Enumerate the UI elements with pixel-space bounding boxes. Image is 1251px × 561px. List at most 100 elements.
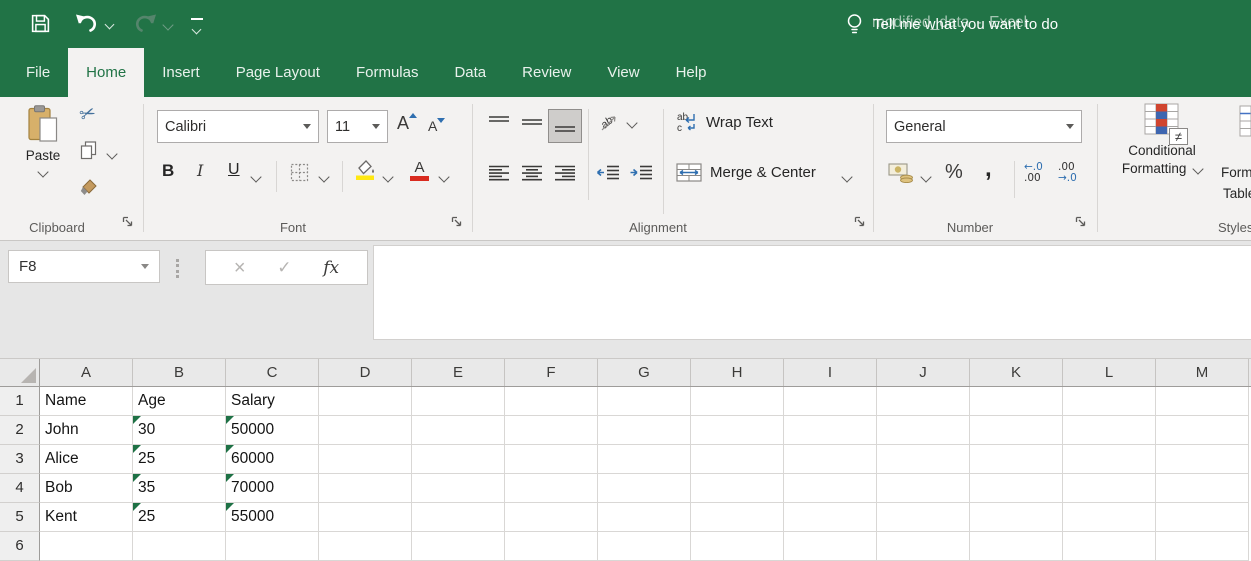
- cell-b5[interactable]: 25: [133, 503, 226, 532]
- cell-i6[interactable]: [784, 532, 877, 561]
- tab-data[interactable]: Data: [436, 48, 504, 97]
- cell-l6[interactable]: [1063, 532, 1156, 561]
- column-header-e[interactable]: E: [412, 359, 505, 386]
- orientation-button[interactable]: ab: [598, 111, 620, 138]
- cell-b1[interactable]: Age: [133, 387, 226, 416]
- row-header-6[interactable]: 6: [0, 532, 40, 561]
- column-header-j[interactable]: J: [877, 359, 970, 386]
- cell-m6[interactable]: [1156, 532, 1249, 561]
- tab-page-layout[interactable]: Page Layout: [218, 48, 338, 97]
- cell-f1[interactable]: [505, 387, 598, 416]
- cell-g1[interactable]: [598, 387, 691, 416]
- tab-home[interactable]: Home: [68, 48, 144, 97]
- orientation-dropdown-chevron-icon[interactable]: [626, 117, 637, 128]
- cell-k5[interactable]: [970, 503, 1063, 532]
- cell-g5[interactable]: [598, 503, 691, 532]
- formula-bar-splitter[interactable]: [176, 256, 179, 281]
- cell-k4[interactable]: [970, 474, 1063, 503]
- clipboard-dialog-launcher[interactable]: [122, 215, 136, 229]
- cell-j3[interactable]: [877, 445, 970, 474]
- cell-d4[interactable]: [319, 474, 412, 503]
- copy-button[interactable]: [80, 141, 97, 165]
- format-painter-button[interactable]: [80, 179, 97, 201]
- cell-e1[interactable]: [412, 387, 505, 416]
- cell-a5[interactable]: Kent: [40, 503, 133, 532]
- format-as-table-button[interactable]: [1238, 105, 1251, 144]
- cell-d2[interactable]: [319, 416, 412, 445]
- font-dialog-launcher[interactable]: [451, 215, 465, 229]
- cell-k3[interactable]: [970, 445, 1063, 474]
- row-header-3[interactable]: 3: [0, 445, 40, 474]
- cell-e6[interactable]: [412, 532, 505, 561]
- font-size-dropdown-icon[interactable]: [372, 124, 380, 129]
- cell-c2[interactable]: 50000: [226, 416, 319, 445]
- cell-j5[interactable]: [877, 503, 970, 532]
- cell-e2[interactable]: [412, 416, 505, 445]
- decrease-font-size-button[interactable]: A: [428, 118, 445, 134]
- cell-c4[interactable]: 70000: [226, 474, 319, 503]
- cell-m3[interactable]: [1156, 445, 1249, 474]
- cell-g3[interactable]: [598, 445, 691, 474]
- cell-j2[interactable]: [877, 416, 970, 445]
- formula-bar-input[interactable]: [373, 245, 1251, 340]
- cell-b4[interactable]: 35: [133, 474, 226, 503]
- cell-j4[interactable]: [877, 474, 970, 503]
- column-header-a[interactable]: A: [40, 359, 133, 386]
- name-box[interactable]: F8: [8, 250, 160, 283]
- customize-quick-access-button[interactable]: [191, 18, 203, 38]
- number-dialog-launcher[interactable]: [1075, 215, 1089, 229]
- increase-font-size-button[interactable]: A: [397, 113, 417, 134]
- accounting-format-button[interactable]: [888, 161, 914, 188]
- top-align-button[interactable]: [488, 115, 510, 134]
- undo-button[interactable]: [74, 12, 100, 41]
- cell-m5[interactable]: [1156, 503, 1249, 532]
- cell-i5[interactable]: [784, 503, 877, 532]
- cell-c3[interactable]: 60000: [226, 445, 319, 474]
- font-size-combo[interactable]: 11: [327, 110, 388, 143]
- tab-file[interactable]: File: [8, 48, 68, 97]
- column-header-h[interactable]: H: [691, 359, 784, 386]
- cell-j6[interactable]: [877, 532, 970, 561]
- column-header-i[interactable]: I: [784, 359, 877, 386]
- decrease-indent-button[interactable]: [596, 165, 620, 186]
- underline-button[interactable]: U: [228, 161, 240, 179]
- paste-button[interactable]: Paste: [16, 105, 70, 181]
- column-header-k[interactable]: K: [970, 359, 1063, 386]
- row-header-5[interactable]: 5: [0, 503, 40, 532]
- cell-i2[interactable]: [784, 416, 877, 445]
- cell-e4[interactable]: [412, 474, 505, 503]
- middle-align-button[interactable]: [521, 115, 543, 134]
- redo-button[interactable]: [132, 12, 158, 41]
- cell-k2[interactable]: [970, 416, 1063, 445]
- align-left-button[interactable]: [488, 165, 510, 186]
- cell-h3[interactable]: [691, 445, 784, 474]
- accounting-dropdown-chevron-icon[interactable]: [920, 171, 931, 182]
- cell-g2[interactable]: [598, 416, 691, 445]
- cell-g6[interactable]: [598, 532, 691, 561]
- cell-h4[interactable]: [691, 474, 784, 503]
- cell-l3[interactable]: [1063, 445, 1156, 474]
- cell-l4[interactable]: [1063, 474, 1156, 503]
- row-header-4[interactable]: 4: [0, 474, 40, 503]
- cell-l2[interactable]: [1063, 416, 1156, 445]
- wrap-text-button[interactable]: ab c Wrap Text: [676, 111, 773, 133]
- cell-f3[interactable]: [505, 445, 598, 474]
- cell-d6[interactable]: [319, 532, 412, 561]
- cell-h6[interactable]: [691, 532, 784, 561]
- comma-style-button[interactable]: ,: [985, 155, 992, 183]
- tab-review[interactable]: Review: [504, 48, 589, 97]
- tab-help[interactable]: Help: [658, 48, 725, 97]
- redo-dropdown-chevron-icon[interactable]: [162, 19, 173, 30]
- cell-j1[interactable]: [877, 387, 970, 416]
- column-header-b[interactable]: B: [133, 359, 226, 386]
- cell-a2[interactable]: John: [40, 416, 133, 445]
- cell-d3[interactable]: [319, 445, 412, 474]
- cell-a4[interactable]: Bob: [40, 474, 133, 503]
- cell-l1[interactable]: [1063, 387, 1156, 416]
- cell-d1[interactable]: [319, 387, 412, 416]
- cell-b3[interactable]: 25: [133, 445, 226, 474]
- number-format-combo[interactable]: General: [886, 110, 1082, 143]
- cell-c5[interactable]: 55000: [226, 503, 319, 532]
- cancel-icon[interactable]: ×: [234, 258, 246, 278]
- cell-c1[interactable]: Salary: [226, 387, 319, 416]
